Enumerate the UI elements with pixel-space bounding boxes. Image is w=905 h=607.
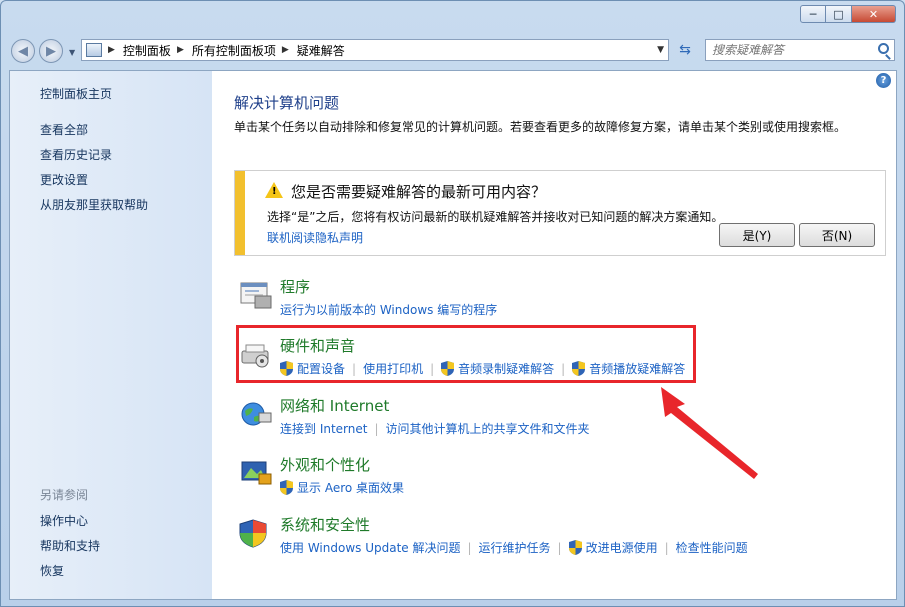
banner-stripe (235, 171, 245, 255)
task-list: 连接到 Internet | 访问其他计算机上的共享文件和文件夹 (280, 420, 590, 437)
system-and-security-icon (239, 519, 267, 548)
category-appearance-and-personalization: 外观和个性化 显示 Aero 桌面效果 (234, 452, 874, 502)
task-connect-to-internet[interactable]: 连接到 Internet (280, 420, 367, 437)
category-title[interactable]: 网络和 Internet (280, 395, 389, 416)
warning-icon: ! (265, 182, 283, 198)
refresh-icon: ⇆ (679, 42, 691, 58)
navigation-bar: ◀ ▶ ▼ ▶ 控制面板 ▶ 所有控制面板项 ▶ 疑难解答 ▼ ⇆ (9, 37, 896, 65)
category-network-and-internet: 网络和 Internet 连接到 Internet | 访问其他计算机上的共享文… (234, 393, 874, 443)
caption-buttons: ─ □ ✕ (800, 5, 896, 23)
breadcrumb-separator-icon[interactable]: ▶ (177, 45, 184, 55)
category-programs: 程序 运行为以前版本的 Windows 编写的程序 (234, 274, 874, 324)
sidebar-item-help-and-support[interactable]: 帮助和支持 (40, 537, 100, 554)
sidebar: 控制面板主页 查看全部 查看历史记录 更改设置 从朋友那里获取帮助 另请参阅 操… (10, 71, 212, 599)
banner-text: 选择“是”之后，您将有权访问最新的联机疑难解答并接收对已知问题的解决方案通知。 (267, 210, 724, 224)
sidebar-item-view-all[interactable]: 查看全部 (40, 121, 88, 138)
control-panel-icon (86, 43, 102, 57)
task-windows-update-troubleshoot[interactable]: 使用 Windows Update 解决问题 (280, 539, 460, 556)
help-icon[interactable]: ? (876, 73, 891, 88)
highlight-box (236, 325, 696, 383)
task-link[interactable]: 运行为以前版本的 Windows 编写的程序 (280, 301, 497, 318)
breadcrumb-item[interactable]: 疑难解答 (297, 42, 345, 59)
sidebar-item-action-center[interactable]: 操作中心 (40, 512, 88, 529)
task-show-aero-effects[interactable]: 显示 Aero 桌面效果 (297, 479, 404, 496)
see-also-heading: 另请参阅 (40, 488, 89, 502)
control-panel-window: ─ □ ✕ ◀ ▶ ▼ ▶ 控制面板 ▶ 所有控制面板项 ▶ 疑难解答 ▼ ⇆ (0, 0, 905, 607)
breadcrumb-item[interactable]: 所有控制面板项 (192, 42, 276, 59)
network-and-internet-icon (241, 402, 272, 426)
task-separator: | (374, 421, 379, 436)
minimize-button[interactable]: ─ (800, 5, 826, 23)
task-check-performance[interactable]: 检查性能问题 (676, 539, 748, 556)
back-arrow-icon: ◀ (18, 43, 28, 59)
task-separator: | (557, 540, 562, 555)
task-separator: | (467, 540, 472, 555)
close-button[interactable]: ✕ (852, 5, 896, 23)
task-list: 显示 Aero 桌面效果 (280, 479, 404, 496)
programs-icon (240, 282, 272, 309)
appearance-and-personalization-icon (241, 461, 272, 485)
page-title: 解决计算机问题 (234, 94, 340, 112)
category-title[interactable]: 系统和安全性 (280, 514, 370, 535)
sidebar-item-get-help-from-friend[interactable]: 从朋友那里获取帮助 (40, 196, 148, 213)
task-run-maintenance[interactable]: 运行维护任务 (479, 539, 551, 556)
history-dropdown-icon[interactable]: ▼ (69, 48, 75, 57)
privacy-statement-link[interactable]: 联机阅读隐私声明 (267, 229, 363, 246)
content-area: 控制面板主页 查看全部 查看历史记录 更改设置 从朋友那里获取帮助 另请参阅 操… (9, 70, 897, 600)
task-separator: | (664, 540, 669, 555)
maximize-button[interactable]: □ (826, 5, 852, 23)
sidebar-item-recovery[interactable]: 恢复 (40, 562, 64, 579)
yes-button[interactable]: 是(Y) (719, 223, 795, 247)
sidebar-item-view-history[interactable]: 查看历史记录 (40, 146, 112, 163)
task-improve-power-usage[interactable]: 改进电源使用 (586, 539, 658, 556)
task-list: 运行为以前版本的 Windows 编写的程序 (280, 301, 497, 318)
sidebar-item-control-panel-home[interactable]: 控制面板主页 (40, 85, 112, 102)
page-description: 单击某个任务以自动排除和修复常见的计算机问题。若要查看更多的故障修复方案，请单击… (234, 120, 847, 134)
forward-button[interactable]: ▶ (39, 39, 63, 63)
category-title[interactable]: 外观和个性化 (280, 454, 370, 475)
update-content-banner: ! 您是否需要疑难解答的最新可用内容？ 选择“是”之后，您将有权访问最新的联机疑… (234, 170, 886, 256)
search-icon[interactable] (878, 43, 889, 54)
uac-shield-icon (280, 480, 293, 495)
category-system-and-security: 系统和安全性 使用 Windows Update 解决问题 | 运行维护任务 |… (234, 512, 874, 562)
task-list: 使用 Windows Update 解决问题 | 运行维护任务 | 改进电源使用… (280, 539, 748, 556)
breadcrumb-separator-icon[interactable]: ▶ (282, 45, 289, 55)
no-button[interactable]: 否(N) (799, 223, 875, 247)
search-box[interactable] (705, 39, 895, 61)
uac-shield-icon (568, 540, 582, 555)
back-button[interactable]: ◀ (11, 39, 35, 63)
forward-arrow-icon: ▶ (46, 43, 56, 59)
breadcrumb-item[interactable]: 控制面板 (123, 42, 171, 59)
address-dropdown-icon[interactable]: ▼ (657, 45, 664, 55)
breadcrumb-separator-icon[interactable]: ▶ (108, 45, 115, 55)
category-title[interactable]: 程序 (280, 276, 310, 297)
refresh-button[interactable]: ⇆ (673, 39, 697, 61)
address-bar[interactable]: ▶ 控制面板 ▶ 所有控制面板项 ▶ 疑难解答 ▼ (81, 39, 669, 61)
banner-title: 您是否需要疑难解答的最新可用内容？ (291, 183, 547, 201)
sidebar-item-change-settings[interactable]: 更改设置 (40, 171, 88, 188)
task-access-shared-files[interactable]: 访问其他计算机上的共享文件和文件夹 (386, 420, 590, 437)
search-input[interactable] (712, 43, 872, 57)
